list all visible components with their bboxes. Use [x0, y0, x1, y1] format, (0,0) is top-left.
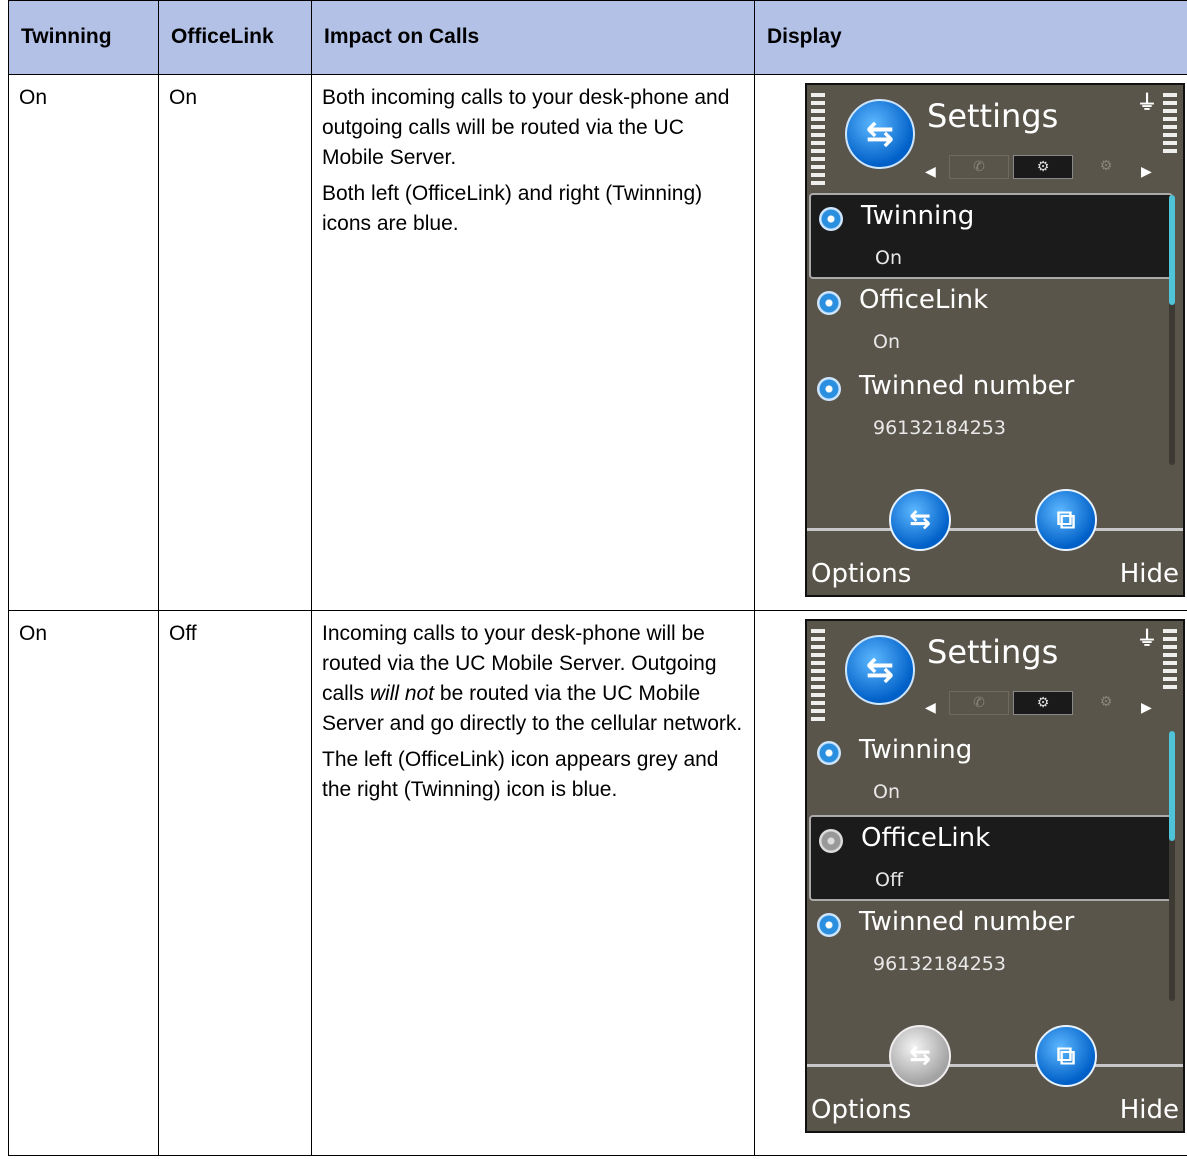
officelink-value: Off [158, 610, 312, 1156]
hide-softkey[interactable]: Hide [1120, 1095, 1179, 1125]
item-value: On [873, 331, 900, 353]
list-item-twinning[interactable]: Twinning On [809, 729, 1173, 815]
settings-list: Twinning On OfficeLink Off Twinned numbe… [809, 729, 1173, 987]
charging-icon: ⏚ [1137, 90, 1157, 114]
twinning-toolbar-icon[interactable]: ⧉ [1035, 1025, 1097, 1087]
settings-dot-blue-icon [817, 741, 841, 765]
tab-settings-icon[interactable]: ⚙ [1013, 155, 1073, 179]
item-value: 96132184253 [873, 953, 1006, 975]
item-value: On [873, 781, 900, 803]
emphasis-text: will not [369, 682, 435, 705]
table-row: On On Both incoming calls to your desk-p… [8, 74, 1187, 611]
impact-text: Both incoming calls to your desk-phone a… [322, 86, 730, 169]
item-name: Twinned number [859, 371, 1075, 401]
officelink-app-icon: ⇆ [845, 635, 915, 705]
impact-cell: Both incoming calls to your desk-phone a… [311, 74, 755, 611]
softkey-bar: ⇆ ⧉ Options Hide [807, 1025, 1183, 1131]
header-officelink: OfficeLink [158, 0, 312, 75]
screen-title: Settings [927, 97, 1059, 135]
item-name: OfficeLink [861, 823, 991, 853]
settings-dot-grey-icon [819, 829, 843, 853]
impact-text: The left (OfficeLink) icon appears grey … [322, 748, 719, 801]
scrollbar[interactable] [1169, 195, 1175, 465]
softkey-bar: ⇆ ⧉ Options Hide [807, 489, 1183, 595]
scrollbar[interactable] [1169, 731, 1175, 1001]
tab-network-icon[interactable]: ⚙ [1077, 155, 1135, 177]
list-item-twinned-number[interactable]: Twinned number 96132184253 [809, 901, 1173, 987]
options-softkey[interactable]: Options [811, 559, 911, 589]
display-cell: ⏚ ⇆ Settings ◀ ✆ ⚙ ⚙ ▶ Twinning On Offic… [754, 74, 1187, 611]
twinning-officelink-table: Twinning OfficeLink Impact on Calls Disp… [8, 0, 1187, 1156]
charging-icon: ⏚ [1137, 626, 1157, 650]
twinning-value: On [8, 610, 159, 1156]
twinning-toolbar-icon[interactable]: ⧉ [1035, 489, 1097, 551]
list-item-officelink[interactable]: OfficeLink Off [809, 815, 1173, 901]
options-softkey[interactable]: Options [811, 1095, 911, 1125]
tab-left-arrow-icon[interactable]: ◀ [925, 157, 936, 187]
header-twinning: Twinning [8, 0, 159, 75]
tab-right-arrow-icon[interactable]: ▶ [1141, 693, 1152, 723]
display-cell: ⏚ ⇆ Settings ◀ ✆ ⚙ ⚙ ▶ Twinning On Offic… [754, 610, 1187, 1156]
twinning-value: On [8, 74, 159, 611]
item-name: Twinning [861, 201, 975, 231]
settings-tabs: ◀ ✆ ⚙ ⚙ ▶ [925, 691, 1155, 716]
table-header-row: Twinning OfficeLink Impact on Calls Disp… [8, 0, 1187, 75]
item-value: 96132184253 [873, 417, 1006, 439]
phone-screen: ⏚ ⇆ Settings ◀ ✆ ⚙ ⚙ ▶ Twinning On Offic… [805, 619, 1185, 1133]
officelink-toolbar-icon[interactable]: ⇆ [889, 489, 951, 551]
item-name: Twinned number [859, 907, 1075, 937]
battery-icon [1163, 629, 1177, 693]
list-item-twinning[interactable]: Twinning On [809, 193, 1173, 279]
impact-cell: Incoming calls to your desk-phone will b… [311, 610, 755, 1156]
item-name: OfficeLink [859, 285, 989, 315]
signal-strength-icon [811, 93, 825, 185]
signal-strength-icon [811, 629, 825, 721]
battery-icon [1163, 93, 1177, 157]
settings-dot-blue-icon [817, 913, 841, 937]
officelink-value: On [158, 74, 312, 611]
settings-dot-blue-icon [817, 377, 841, 401]
settings-tabs: ◀ ✆ ⚙ ⚙ ▶ [925, 155, 1155, 180]
settings-list: Twinning On OfficeLink On Twinned number… [809, 193, 1173, 451]
tab-call-icon[interactable]: ✆ [949, 155, 1009, 179]
tab-right-arrow-icon[interactable]: ▶ [1141, 157, 1152, 187]
header-display: Display [754, 0, 1187, 75]
tab-left-arrow-icon[interactable]: ◀ [925, 693, 936, 723]
list-item-officelink[interactable]: OfficeLink On [809, 279, 1173, 365]
tab-call-icon[interactable]: ✆ [949, 691, 1009, 715]
hide-softkey[interactable]: Hide [1120, 559, 1179, 589]
item-value: Off [875, 869, 904, 891]
tab-settings-icon[interactable]: ⚙ [1013, 691, 1073, 715]
item-name: Twinning [859, 735, 973, 765]
officelink-app-icon: ⇆ [845, 99, 915, 169]
settings-dot-blue-icon [817, 291, 841, 315]
impact-text: Incoming calls to your desk-phone will b… [322, 622, 743, 735]
tab-network-icon[interactable]: ⚙ [1077, 691, 1135, 713]
phone-screen: ⏚ ⇆ Settings ◀ ✆ ⚙ ⚙ ▶ Twinning On Offic… [805, 83, 1185, 597]
header-impact: Impact on Calls [311, 0, 755, 75]
officelink-toolbar-icon[interactable]: ⇆ [889, 1025, 951, 1087]
screen-title: Settings [927, 633, 1059, 671]
item-value: On [875, 247, 902, 269]
impact-text: Both left (OfficeLink) and right (Twinni… [322, 182, 703, 235]
list-item-twinned-number[interactable]: Twinned number 96132184253 [809, 365, 1173, 451]
table-row: On Off Incoming calls to your desk-phone… [8, 610, 1187, 1156]
settings-dot-blue-icon [819, 207, 843, 231]
